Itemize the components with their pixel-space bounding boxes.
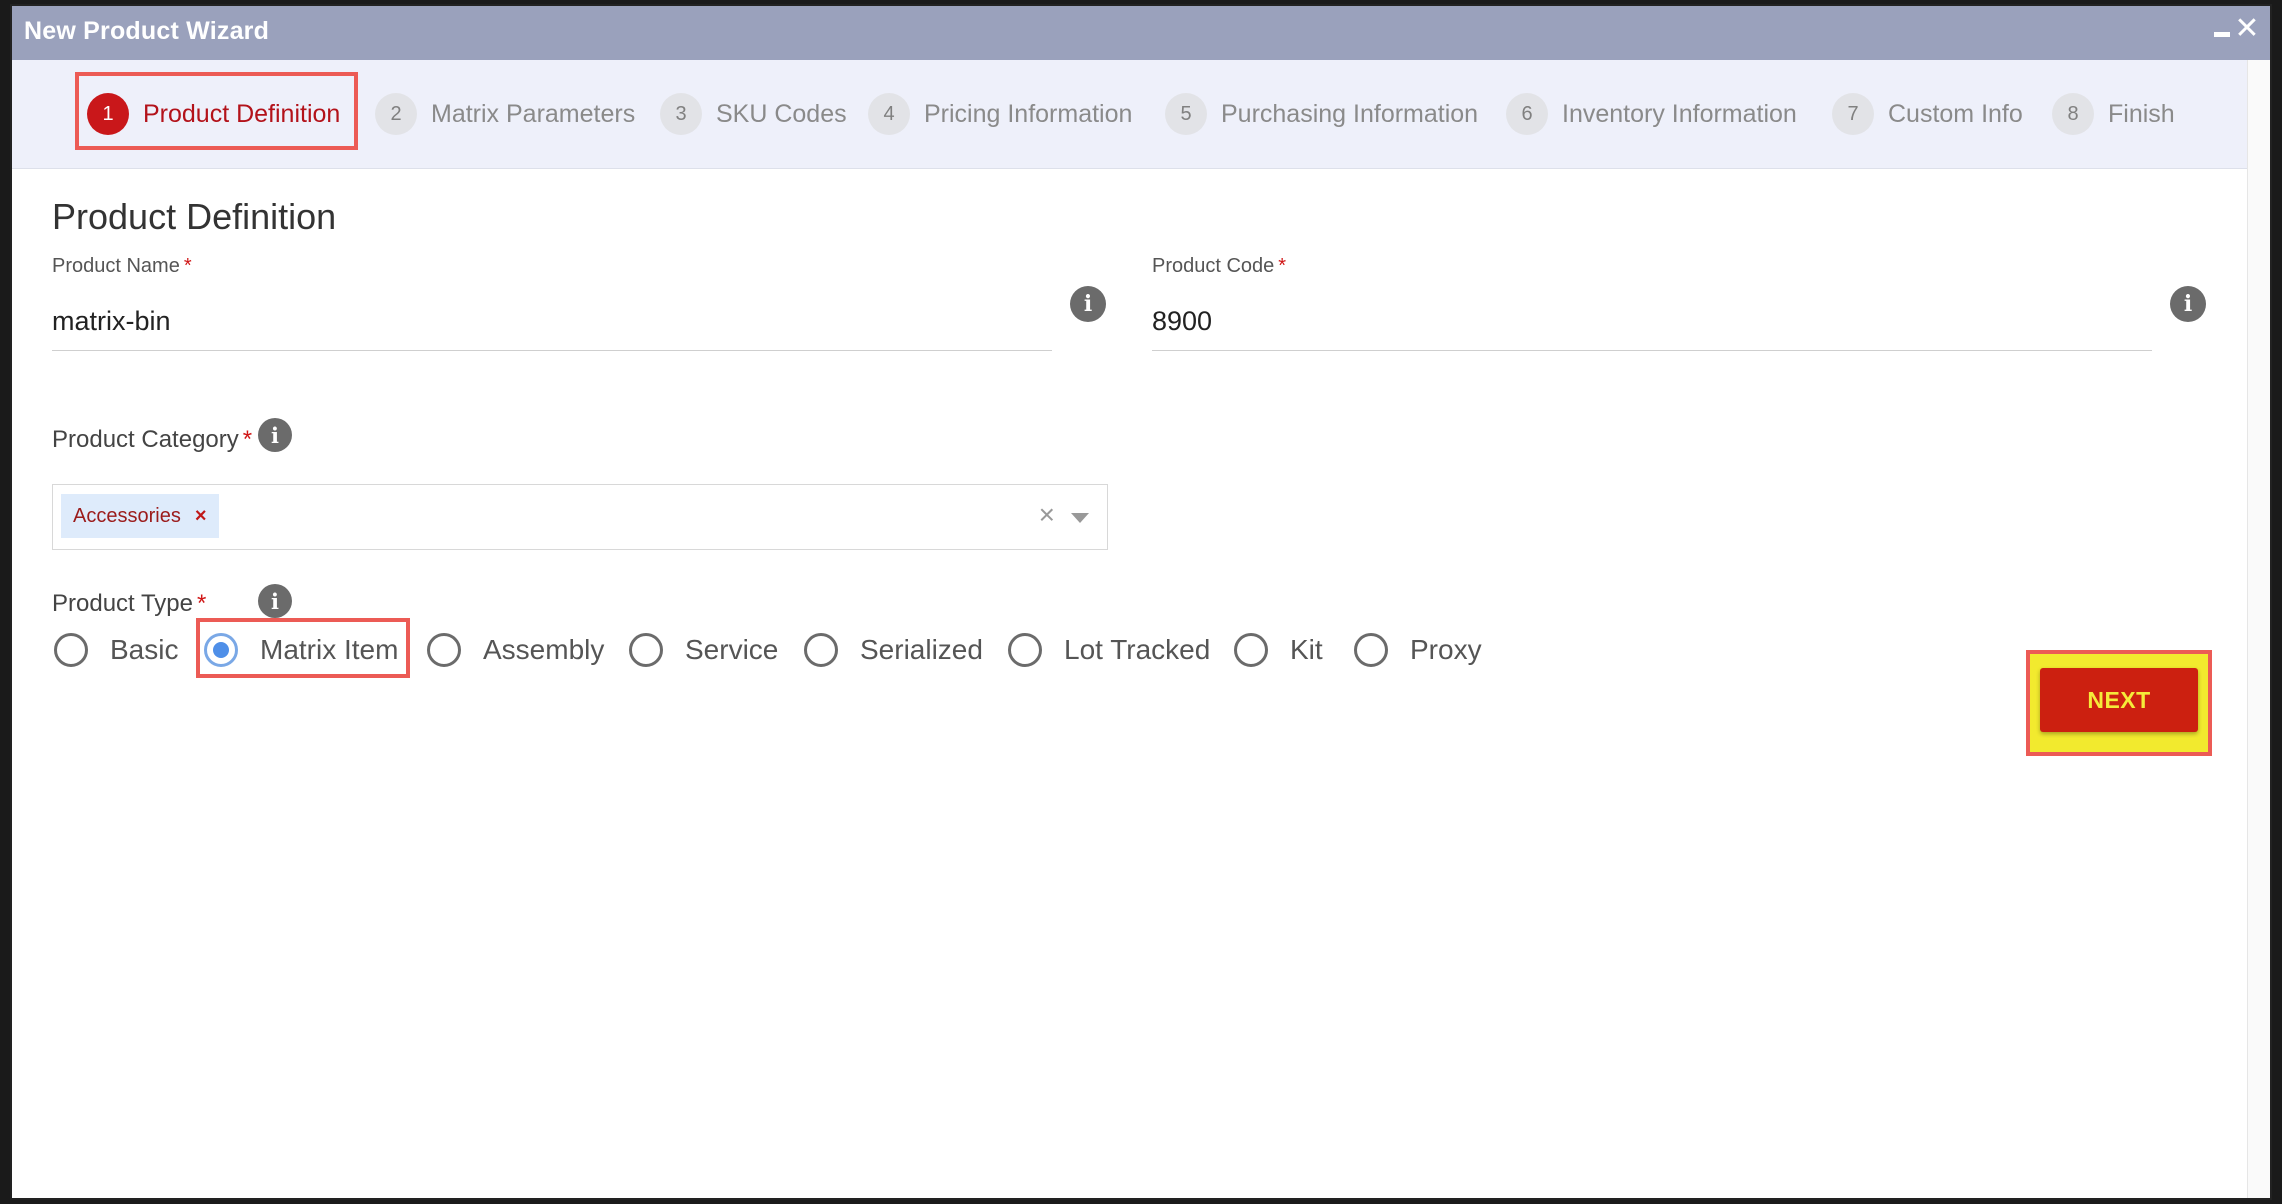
step-number: 2	[375, 93, 417, 135]
product-code-info-icon[interactable]: i	[2170, 286, 2206, 322]
step-label: Pricing Information	[924, 99, 1133, 128]
product-category-select[interactable]: Accessories × ×	[52, 484, 1108, 550]
step-inventory-information[interactable]: 6 Inventory Information	[1506, 92, 1797, 136]
highlight-active-step	[75, 72, 358, 150]
step-custom-info[interactable]: 7 Custom Info	[1832, 92, 2023, 136]
radio-lot-tracked[interactable]: Lot Tracked	[1008, 628, 1210, 672]
step-number: 4	[868, 93, 910, 135]
step-label: Matrix Parameters	[431, 99, 636, 128]
step-number: 8	[2052, 93, 2094, 135]
category-chip: Accessories ×	[61, 494, 219, 538]
radio-assembly[interactable]: Assembly	[427, 628, 604, 672]
product-category-info-icon[interactable]: i	[258, 418, 292, 452]
radio-circle[interactable]	[1234, 633, 1268, 667]
step-label: Purchasing Information	[1221, 99, 1479, 128]
scrollbar[interactable]	[2247, 60, 2270, 1198]
highlight-next-button: NEXT	[2026, 650, 2212, 756]
product-type-info-icon[interactable]: i	[258, 584, 292, 618]
step-finish[interactable]: 8 Finish	[2052, 92, 2175, 136]
product-category-label-text: Product Category	[52, 426, 239, 453]
radio-label: Serialized	[860, 634, 983, 665]
required-mark: *	[242, 426, 253, 453]
radio-basic[interactable]: Basic	[54, 628, 178, 672]
radio-proxy[interactable]: Proxy	[1354, 628, 1482, 672]
product-type-label-text: Product Type	[52, 590, 193, 617]
product-code-input[interactable]: 8900	[1152, 306, 1212, 337]
product-category-label: Product Category *	[52, 426, 252, 454]
required-mark: *	[196, 590, 207, 617]
product-name-label-text: Product Name	[52, 255, 180, 277]
step-pricing-information[interactable]: 4 Pricing Information	[868, 92, 1132, 136]
product-code-underline	[1152, 350, 2152, 351]
radio-circle[interactable]	[629, 633, 663, 667]
chip-remove-icon[interactable]: ×	[195, 505, 207, 528]
minimize-icon[interactable]	[2214, 32, 2230, 37]
step-number: 3	[660, 93, 702, 135]
radio-kit[interactable]: Kit	[1234, 628, 1323, 672]
radio-label: Assembly	[483, 634, 605, 665]
radio-label: Proxy	[1410, 634, 1482, 665]
radio-circle[interactable]	[1008, 633, 1042, 667]
product-code-label: Product Code *	[1152, 255, 1286, 278]
radio-circle[interactable]	[1354, 633, 1388, 667]
radio-label: Kit	[1290, 634, 1323, 665]
step-number: 5	[1165, 93, 1207, 135]
product-type-label: Product Type *	[52, 590, 206, 618]
product-name-underline	[52, 350, 1052, 351]
chevron-down-icon[interactable]	[1071, 513, 1089, 523]
product-code-label-text: Product Code	[1152, 255, 1275, 277]
step-purchasing-information[interactable]: 5 Purchasing Information	[1165, 92, 1478, 136]
step-label: Inventory Information	[1562, 99, 1797, 128]
window-title: New Product Wizard	[24, 17, 270, 45]
step-label: Finish	[2108, 99, 2175, 128]
product-name-input[interactable]: matrix-bin	[52, 306, 171, 337]
step-label: SKU Codes	[716, 99, 847, 128]
title-bar: New Product Wizard ✕	[12, 6, 2270, 60]
radio-service[interactable]: Service	[629, 628, 778, 672]
radio-circle[interactable]	[54, 633, 88, 667]
radio-label: Lot Tracked	[1064, 634, 1211, 665]
clear-selection-icon[interactable]: ×	[1039, 499, 1055, 531]
step-number: 7	[1832, 93, 1874, 135]
radio-label: Service	[685, 634, 779, 665]
radio-label: Basic	[110, 634, 179, 665]
wizard-window: New Product Wizard ✕ 1 Product Definitio…	[10, 4, 2272, 1200]
required-mark: *	[183, 255, 192, 277]
step-matrix-parameters[interactable]: 2 Matrix Parameters	[375, 92, 635, 136]
wizard-steps: 1 Product Definition 2 Matrix Parameters…	[12, 60, 2250, 169]
highlight-selected-type	[196, 618, 410, 678]
product-name-info-icon[interactable]: i	[1070, 286, 1106, 322]
next-button[interactable]: NEXT	[2040, 668, 2198, 732]
close-icon[interactable]: ✕	[2232, 14, 2262, 44]
radio-circle[interactable]	[804, 633, 838, 667]
page-title: Product Definition	[52, 196, 337, 237]
step-number: 6	[1506, 93, 1548, 135]
radio-serialized[interactable]: Serialized	[804, 628, 983, 672]
radio-circle[interactable]	[427, 633, 461, 667]
step-label: Custom Info	[1888, 99, 2023, 128]
category-chip-label: Accessories	[73, 504, 181, 527]
product-name-label: Product Name *	[52, 255, 192, 278]
step-sku-codes[interactable]: 3 SKU Codes	[660, 92, 847, 136]
required-mark: *	[1278, 255, 1287, 277]
